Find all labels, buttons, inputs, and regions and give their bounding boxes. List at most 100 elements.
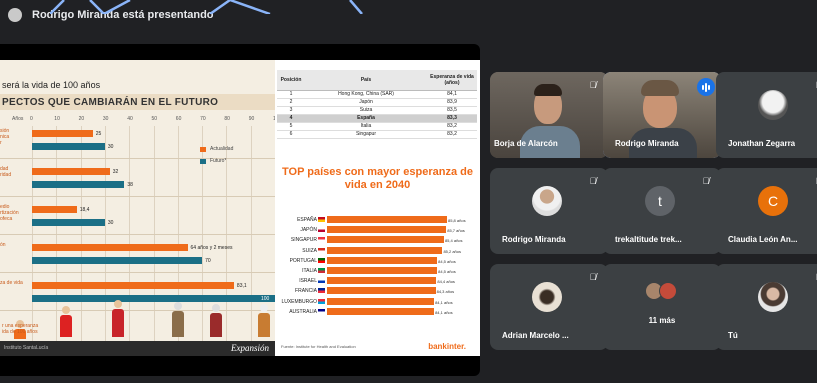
participant-tile-claudia[interactable]: C 🎙̸ Claudia León An... — [716, 168, 817, 254]
country-value: 84,1 años — [435, 309, 453, 315]
more-participants-count: 11 más — [648, 316, 676, 325]
legend-actual-label: Actualidad — [210, 146, 234, 152]
axis-label: Años — [12, 116, 24, 122]
country-bar — [327, 246, 443, 254]
axis-tick: 20 — [78, 116, 85, 122]
footer-source: Fuente: Institute for Health and Evaluat… — [281, 344, 356, 349]
presenter-avatar — [8, 8, 22, 22]
axis-tick: 30 — [102, 116, 109, 122]
row-label: sión nica r — [0, 128, 10, 146]
table-row: 1 Hong Kong, China (SAR) 84,1 — [277, 90, 477, 99]
table-cell: 84,1 — [427, 90, 477, 99]
country-row: LUXEMBURGO 84,1 años — [275, 297, 480, 306]
country-value: 85,4 años — [444, 238, 463, 244]
participant-name: Borja de Alarcón — [494, 139, 558, 148]
mic-off-icon: 🎙̸ — [589, 272, 597, 282]
mic-off-icon: 🎙̸ — [589, 176, 597, 186]
axis-tick: 50 — [151, 116, 158, 122]
axis-tick: 60 — [175, 116, 182, 122]
country-row: ESPAÑA 85,8 años — [275, 216, 480, 224]
country-row: SINGAPUR 85,4 años — [275, 236, 480, 244]
participant-name: Adrian Marcelo ... — [502, 331, 569, 340]
participant-name: Claudia León An... — [728, 235, 798, 244]
country-value: 84,5 años — [438, 258, 456, 264]
axis-tick: 0 — [30, 116, 33, 122]
avatar — [532, 282, 562, 312]
flag-icon — [318, 278, 325, 284]
mic-off-icon: 🎙̸ — [702, 176, 710, 186]
table-cell: 83,2 — [427, 130, 477, 139]
country-bar — [327, 256, 438, 264]
country-bar — [327, 287, 436, 295]
country-value: 85,8 años — [448, 218, 466, 223]
participant-tile-rodrigo-video[interactable]: Rodrigo Miranda — [603, 72, 721, 158]
table-header-row: Posición País Esperanza de vida (años) — [277, 70, 477, 91]
country-value: 85,7 años — [447, 228, 465, 234]
flag-icon — [318, 257, 325, 263]
country-bar — [327, 297, 435, 305]
country-bar — [327, 267, 438, 274]
participant-name: Tú — [728, 331, 738, 340]
country-name: FRANCIA — [295, 288, 317, 295]
actual-bar — [32, 206, 77, 213]
slide-note: r una esperanza ida de 100 años — [2, 323, 39, 335]
avatar — [758, 282, 788, 312]
country-value: 85,2 años — [443, 248, 462, 254]
flag-icon — [318, 247, 325, 253]
axis-tick: 80 — [224, 116, 230, 122]
table-cell: Hong Kong, China (SAR) — [305, 90, 427, 99]
people-illustration — [0, 300, 275, 340]
participant-tile-adrian[interactable]: 🎙̸ Adrian Marcelo ... — [490, 264, 608, 350]
table-cell: 83,9 — [427, 98, 477, 107]
table-cell: 3 — [277, 106, 305, 115]
country-name: ISRAEL — [299, 278, 317, 285]
table-cell: 83,2 — [427, 122, 477, 131]
country-row: ISRAEL 84,4 años — [275, 277, 480, 285]
participant-tile-trekaltitude[interactable]: t 🎙̸ trekaltitude trek... — [603, 168, 721, 254]
flag-icon — [318, 288, 325, 294]
future-bar — [32, 257, 203, 264]
participant-tile-self[interactable]: 🎙̸ Tú — [716, 264, 817, 350]
axis-tick: 70 — [200, 116, 206, 122]
shared-screen[interactable]: será la vida de 100 años PECTOS QUE CAMB… — [0, 44, 480, 376]
future-bar — [32, 143, 105, 150]
country-row: FRANCIA 84,3 años — [275, 287, 480, 295]
table-cell: 4 — [277, 114, 305, 123]
avatar: t — [645, 186, 675, 216]
row-label: ón — [0, 242, 6, 248]
country-name: SINGAPUR — [290, 237, 317, 244]
participant-tile-borja[interactable]: 🎙̸ Borja de Alarcón — [490, 72, 608, 158]
country-row: JAPÓN 85,7 años — [275, 226, 480, 234]
actual-bar — [32, 244, 188, 251]
table-row: 4 España 83,3 — [277, 114, 477, 123]
more-participants-tile[interactable]: 11 más — [603, 264, 721, 350]
participant-tile-rodrigo[interactable]: 🎙̸ Rodrigo Miranda — [490, 168, 608, 254]
table-header: Esperanza de vida (años) — [427, 70, 477, 91]
slide-right-infographic: Posición País Esperanza de vida (años) 1… — [275, 60, 480, 356]
bar-value-label: 30 — [107, 144, 114, 150]
presenting-banner: Rodrigo Miranda está presentando — [0, 0, 817, 30]
country-name: LUXEMBURGO — [281, 298, 317, 305]
country-bar — [327, 307, 435, 315]
avatar-letter: C — [767, 193, 779, 209]
row-divider — [0, 272, 275, 273]
country-bar — [327, 236, 444, 244]
axis-tick: 40 — [127, 116, 133, 122]
avatar-stack — [643, 282, 683, 304]
country-name: AUSTRALIA — [289, 308, 317, 315]
country-row: SUIZA 85,2 años — [275, 246, 480, 255]
country-value: 84,3 años — [436, 289, 455, 295]
participant-name: Jonathan Zegarra — [728, 139, 796, 148]
avatar-letter: t — [658, 193, 662, 209]
participant-tile-jonathan[interactable]: 🎙̸ Jonathan Zegarra — [716, 72, 817, 158]
mic-off-icon: 🎙̸ — [589, 80, 597, 90]
country-row: PORTUGAL 84,5 años — [275, 256, 480, 265]
legend-item: Futuro* — [200, 158, 260, 164]
flag-icon — [318, 237, 325, 243]
future-bar — [32, 219, 105, 226]
table-cell: 5 — [277, 122, 305, 131]
table-header: Posición — [277, 70, 305, 91]
flag-icon — [318, 308, 325, 314]
avatar — [532, 186, 562, 216]
row-label: za de vida — [0, 280, 23, 286]
